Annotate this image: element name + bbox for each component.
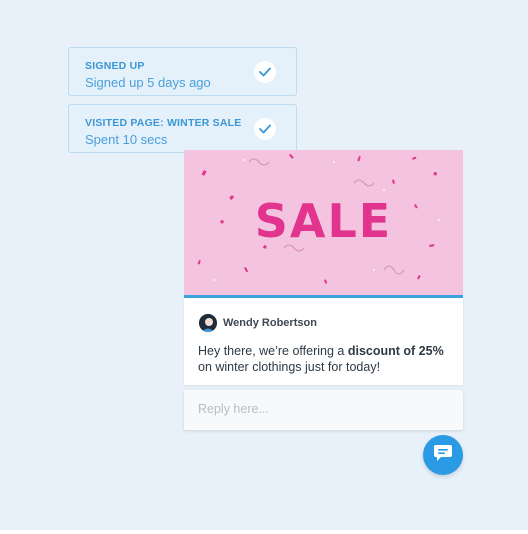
message-author: Wendy Robertson — [223, 317, 317, 329]
chat-launcher-button[interactable] — [423, 435, 463, 475]
event-subtitle: Signed up 5 days ago — [85, 75, 211, 90]
reply-placeholder: Reply here... — [198, 402, 269, 416]
event-subtitle: Spent 10 secs — [85, 132, 168, 147]
event-card-visited-page: VISITED PAGE: WINTER SALE Spent 10 secs — [68, 104, 297, 153]
sale-text: SALE — [254, 194, 393, 248]
event-title: SIGNED UP — [85, 60, 145, 72]
avatar — [199, 314, 217, 332]
chat-message-card: SALE Wendy Robertson Hey there, we’re of… — [184, 150, 463, 385]
chat-bubble-icon — [433, 444, 453, 467]
event-card-signed-up: SIGNED UP Signed up 5 days ago — [68, 47, 297, 96]
sale-banner-image: SALE — [184, 150, 463, 295]
message-text: Hey there, we’re offering a discount of … — [198, 344, 444, 374]
reply-input[interactable]: Reply here... — [184, 390, 463, 430]
check-icon — [254, 118, 276, 140]
check-icon — [254, 61, 276, 83]
message-body: Wendy Robertson Hey there, we’re offerin… — [184, 298, 463, 385]
event-title: VISITED PAGE: WINTER SALE — [85, 117, 242, 129]
